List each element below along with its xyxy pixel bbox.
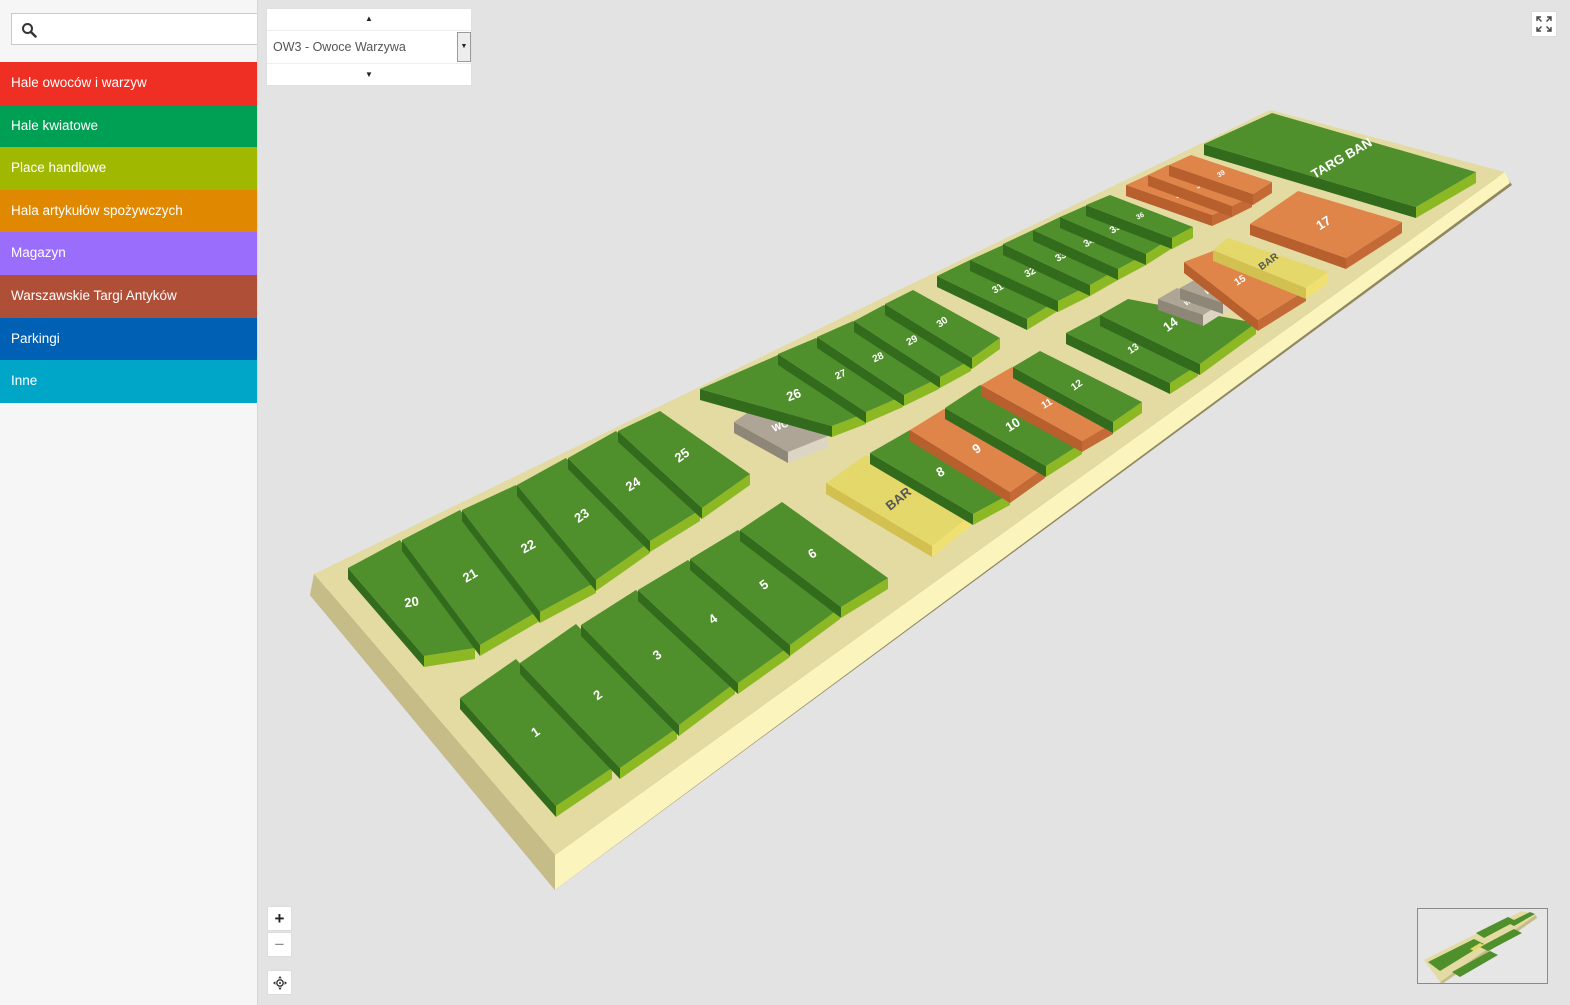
minimap-preview — [1424, 911, 1537, 984]
fullscreen-button[interactable] — [1531, 11, 1557, 37]
zoom-out-button[interactable]: − — [267, 932, 292, 957]
category-targi-antykow[interactable]: Warszawskie Targi Antyków — [0, 274, 257, 318]
category-magazyn[interactable]: Magazyn — [0, 232, 257, 275]
category-inne[interactable]: Inne — [0, 360, 257, 403]
next-hall-button[interactable]: ▼ — [267, 65, 471, 85]
fullscreen-icon — [1536, 16, 1552, 32]
market-map[interactable]: 123456202122232425BAR89101112WC262728293… — [258, 0, 1570, 1005]
category-hale-owocow[interactable]: Hale owoców i warzyw — [0, 62, 257, 105]
previous-hall-button[interactable]: ▲ — [267, 9, 471, 29]
category-hala-spozywcza[interactable]: Hala artykułów spożywczych — [0, 189, 257, 233]
search-input[interactable] — [46, 17, 255, 43]
category-parkingi[interactable]: Parkingi — [0, 317, 257, 361]
stalls-layer: 123456202122232425BAR89101112WC262728293… — [348, 113, 1476, 817]
sidebar: Hale owoców i warzyw Hale kwiatowe Place… — [0, 0, 258, 1005]
minimap[interactable] — [1417, 908, 1548, 984]
recenter-button[interactable] — [267, 970, 292, 995]
recenter-icon — [272, 976, 287, 990]
hall-selector: ▲ OW3 - Owoce Warzywa ▼ ▼ — [266, 8, 472, 86]
category-hale-kwiatowe[interactable]: Hale kwiatowe — [0, 104, 257, 148]
category-list: Hale owoców i warzyw Hale kwiatowe Place… — [0, 62, 257, 403]
stall-label: 20 — [403, 593, 420, 610]
hall-select-value: OW3 - Owoce Warzywa — [273, 40, 406, 54]
search-icon — [22, 23, 37, 38]
zoom-in-button[interactable]: + — [267, 906, 292, 931]
category-place-handlowe[interactable]: Place handlowe — [0, 147, 257, 190]
dropdown-arrow-icon[interactable]: ▼ — [457, 32, 471, 62]
map-viewport[interactable]: 1 2 3 4 5 6 20 21 22 23 24 25 BAR 8 9 10 11 12 WC 26 27 28 29 3… — [258, 0, 1570, 1005]
hall-select[interactable]: OW3 - Owoce Warzywa ▼ — [267, 30, 471, 64]
search-box[interactable] — [11, 13, 257, 45]
